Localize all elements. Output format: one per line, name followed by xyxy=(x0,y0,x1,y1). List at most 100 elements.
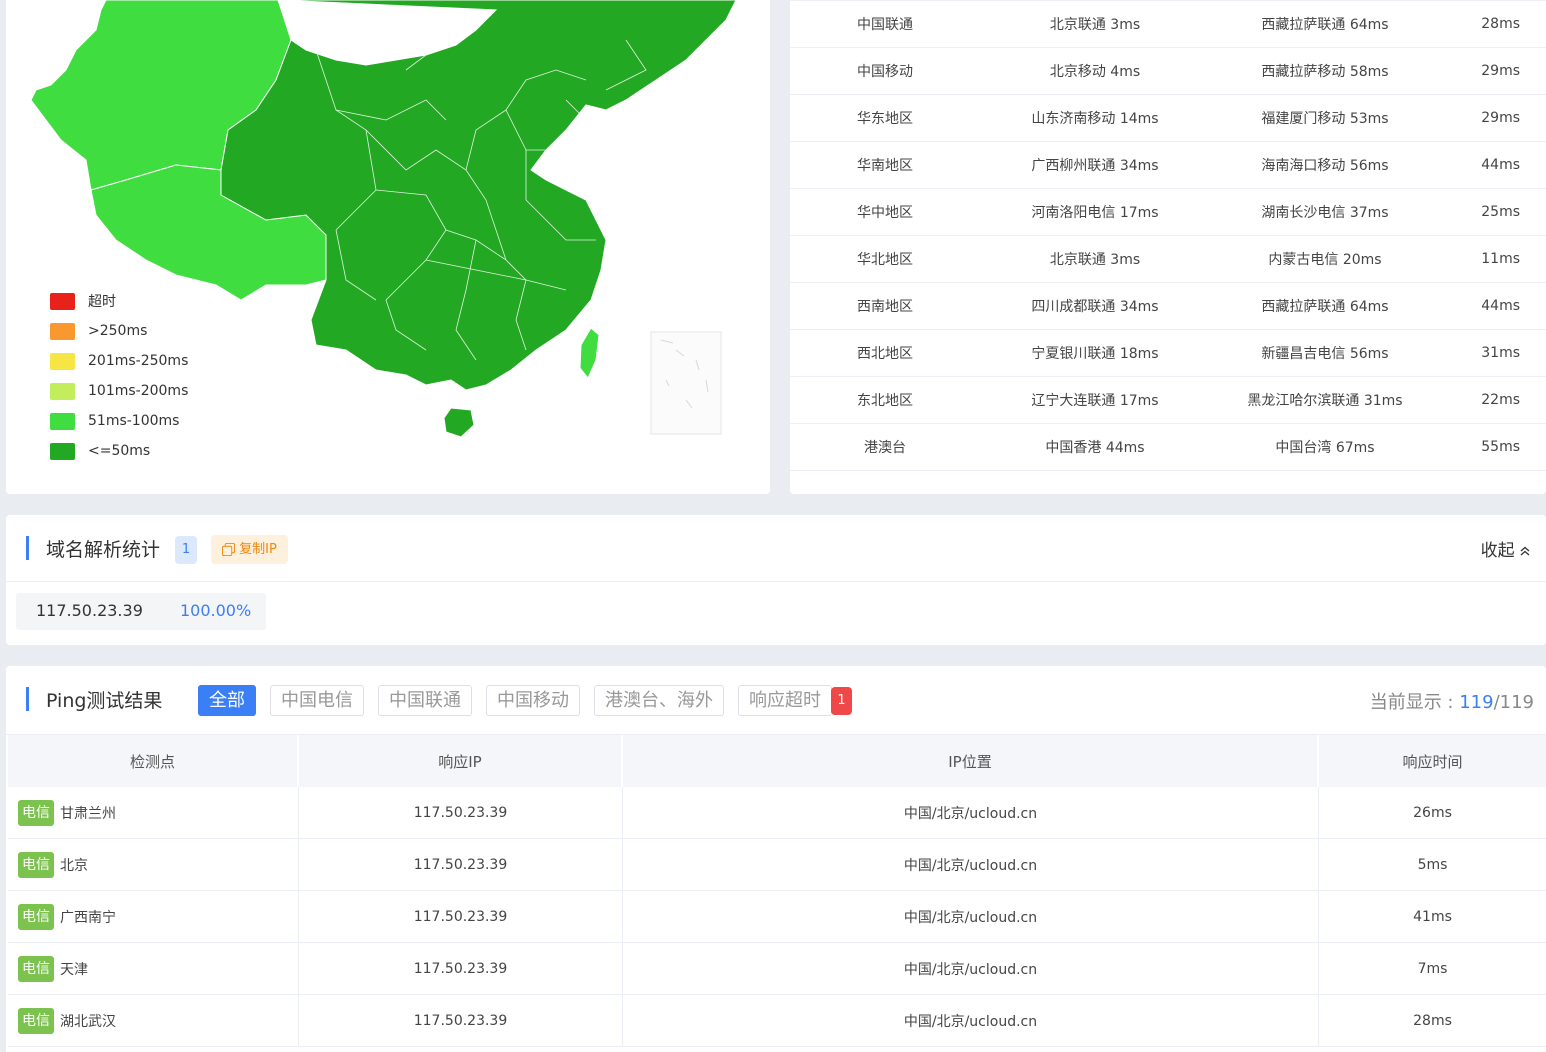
legend-label: 101ms-200ms xyxy=(88,383,189,399)
filter-tab[interactable]: 全部 xyxy=(198,685,256,716)
map-region-taiwan[interactable] xyxy=(579,327,600,379)
response-ip: 117.50.23.39 xyxy=(299,995,623,1046)
map-legend: 超时 >250ms 201ms-250ms 101ms-200ms 51ms-100ms… xyxy=(50,286,188,466)
region-slowest: 湖南长沙电信 37ms xyxy=(1261,205,1389,221)
region-summary-card: 中国电信北京电信 5ms西藏拉萨电信 66ms30ms中国联通北京联通 3ms西… xyxy=(790,0,1546,494)
ping-table-header: 检测点 响应IP IP位置 响应时间 xyxy=(8,735,1546,787)
legend-swatch xyxy=(50,322,75,340)
response-ip: 117.50.23.39 xyxy=(299,839,623,890)
region-fastest: 四川成都联通 34ms xyxy=(1031,299,1159,315)
ip-location: 中国/北京/ucloud.cn xyxy=(623,787,1319,838)
table-row[interactable]: 电信 广西南宁 117.50.23.39 中国/北京/ucloud.cn 41ms xyxy=(8,891,1546,943)
section-accent-bar xyxy=(26,536,29,560)
copy-ip-label: 复制IP xyxy=(239,542,277,557)
legend-item[interactable]: <=50ms xyxy=(50,436,188,466)
region-fastest: 宁夏银川联通 18ms xyxy=(1031,346,1159,362)
region-slowest: 西藏拉萨移动 58ms xyxy=(1261,64,1389,80)
region-average: 31ms xyxy=(1481,345,1520,361)
ip-location: 中国/北京/ucloud.cn xyxy=(623,943,1319,994)
isp-tag: 电信 xyxy=(18,903,54,930)
filter-tab[interactable]: 中国移动 xyxy=(486,685,580,716)
result-count-total: /119 xyxy=(1493,692,1534,713)
region-slowest: 西藏拉萨联通 64ms xyxy=(1261,17,1389,33)
resolved-ip-chip[interactable]: 117.50.23.39 100.00% xyxy=(16,593,266,630)
filter-tab[interactable]: 响应超时 xyxy=(738,685,832,716)
region-average: 55ms xyxy=(1481,439,1520,455)
node-cell: 电信 北京 xyxy=(8,839,299,890)
legend-label: 201ms-250ms xyxy=(88,353,189,369)
region-average: 25ms xyxy=(1481,204,1520,220)
region-fastest: 河南洛阳电信 17ms xyxy=(1031,205,1159,221)
node-cell: 电信 天津 xyxy=(8,943,299,994)
region-area: 港澳台 xyxy=(864,440,906,456)
legend-item[interactable]: >250ms xyxy=(50,316,188,346)
region-row: 华中地区 河南洛阳电信 17ms 湖南长沙电信 37ms 25ms xyxy=(790,189,1546,236)
collapse-button[interactable]: 收起 xyxy=(1481,536,1530,561)
legend-swatch xyxy=(50,292,75,310)
table-row[interactable]: 电信 天津 117.50.23.39 中国/北京/ucloud.cn 7ms xyxy=(8,943,1546,995)
response-time: 28ms xyxy=(1413,1012,1452,1029)
region-average: 22ms xyxy=(1481,392,1520,408)
region-slowest: 黑龙江哈尔滨联通 31ms xyxy=(1247,393,1403,409)
ping-table-body: 电信 甘肃兰州 117.50.23.39 中国/北京/ucloud.cn 26ms 电信北… xyxy=(8,787,1546,1047)
isp-tag: 电信 xyxy=(18,799,54,826)
legend-item[interactable]: 超时 xyxy=(50,286,188,316)
region-fastest: 山东济南移动 14ms xyxy=(1031,111,1159,127)
result-count-current: 119 xyxy=(1459,692,1494,713)
chevron-up-double-icon xyxy=(1520,546,1530,556)
resolved-ip: 117.50.23.39 xyxy=(36,601,143,620)
filter-tab[interactable]: 港澳台、海外 xyxy=(594,685,724,716)
legend-item[interactable]: 51ms-100ms xyxy=(50,406,188,436)
ping-results-table: 检测点 响应IP IP位置 响应时间 电信 甘肃兰州 117.50.23.39 中国/… xyxy=(8,735,1546,1047)
response-ip: 117.50.23.39 xyxy=(299,943,623,994)
ip-location: 中国/北京/ucloud.cn xyxy=(623,891,1319,942)
region-row: 华南地区 广西柳州联通 34ms 海南海口移动 56ms 44ms xyxy=(790,142,1546,189)
legend-label: >250ms xyxy=(88,323,148,339)
region-row: 华北地区 北京联通 3ms 内蒙古电信 20ms 11ms xyxy=(790,236,1546,283)
result-count-label: 当前显示 : xyxy=(1369,692,1460,713)
node-name: 天津 xyxy=(60,961,88,978)
result-count: 当前显示 : 119/119 xyxy=(1370,688,1534,714)
region-area: 西南地区 xyxy=(857,299,913,315)
region-slowest: 西藏拉萨联通 64ms xyxy=(1261,299,1389,315)
table-row[interactable]: 电信 甘肃兰州 117.50.23.39 中国/北京/ucloud.cn 26ms xyxy=(8,787,1546,839)
column-header-ip[interactable]: 响应IP xyxy=(299,735,623,787)
copy-ip-button[interactable]: 复制IP xyxy=(211,535,288,564)
isp-filter-tabs: 全部 中国电信 中国联通 中国移动 港澳台、海外 响应超时 xyxy=(198,685,832,716)
region-area: 中国移动 xyxy=(857,64,913,80)
region-slowest: 新疆昌吉电信 56ms xyxy=(1261,346,1389,362)
node-cell: 电信 广西南宁 xyxy=(8,891,299,942)
column-header-time[interactable]: 响应时间 xyxy=(1319,735,1546,787)
region-slowest: 海南海口移动 56ms xyxy=(1261,158,1389,174)
ping-results-card: Ping测试结果 全部 中国电信 中国联通 中国移动 港澳台、海外 响应超时 1 当前显示… xyxy=(6,666,1546,1052)
region-area: 东北地区 xyxy=(857,393,913,409)
column-header-node[interactable]: 检测点 xyxy=(8,735,299,787)
filter-tab[interactable]: 中国电信 xyxy=(270,685,364,716)
node-name: 北京 xyxy=(60,857,88,874)
column-header-location[interactable]: IP位置 xyxy=(623,735,1319,787)
region-row: 港澳台 中国香港 44ms 中国台湾 67ms 55ms xyxy=(790,424,1546,471)
legend-item[interactable]: 101ms-200ms xyxy=(50,376,188,406)
map-region-hainan[interactable] xyxy=(443,407,475,438)
filter-tab[interactable]: 中国联通 xyxy=(378,685,472,716)
response-ip: 117.50.23.39 xyxy=(299,891,623,942)
region-area: 华南地区 xyxy=(857,158,913,174)
table-row[interactable]: 电信 湖北武汉 117.50.23.39 中国/北京/ucloud.cn 28ms xyxy=(8,995,1546,1047)
legend-swatch xyxy=(50,412,75,430)
south-china-sea-inset xyxy=(650,331,722,435)
response-time: 7ms xyxy=(1417,960,1448,977)
ip-location: 中国/北京/ucloud.cn xyxy=(623,839,1319,890)
node-name: 广西南宁 xyxy=(60,909,116,926)
region-area: 华东地区 xyxy=(857,111,913,127)
region-average: 44ms xyxy=(1481,157,1520,173)
region-summary-table: 中国电信北京电信 5ms西藏拉萨电信 66ms30ms中国联通北京联通 3ms西… xyxy=(790,0,1546,471)
table-row[interactable]: 电信 北京 117.50.23.39 中国/北京/ucloud.cn 5ms xyxy=(8,839,1546,891)
node-name: 甘肃兰州 xyxy=(60,805,116,822)
region-fastest: 辽宁大连联通 17ms xyxy=(1031,393,1159,409)
legend-item[interactable]: 201ms-250ms xyxy=(50,346,188,376)
ping-section-title: Ping测试结果 xyxy=(46,690,163,712)
region-area: 中国联通 xyxy=(857,17,913,33)
region-average: 28ms xyxy=(1481,16,1520,32)
collapse-label: 收起 xyxy=(1480,541,1515,561)
region-fastest: 北京联通 3ms xyxy=(1049,252,1141,268)
